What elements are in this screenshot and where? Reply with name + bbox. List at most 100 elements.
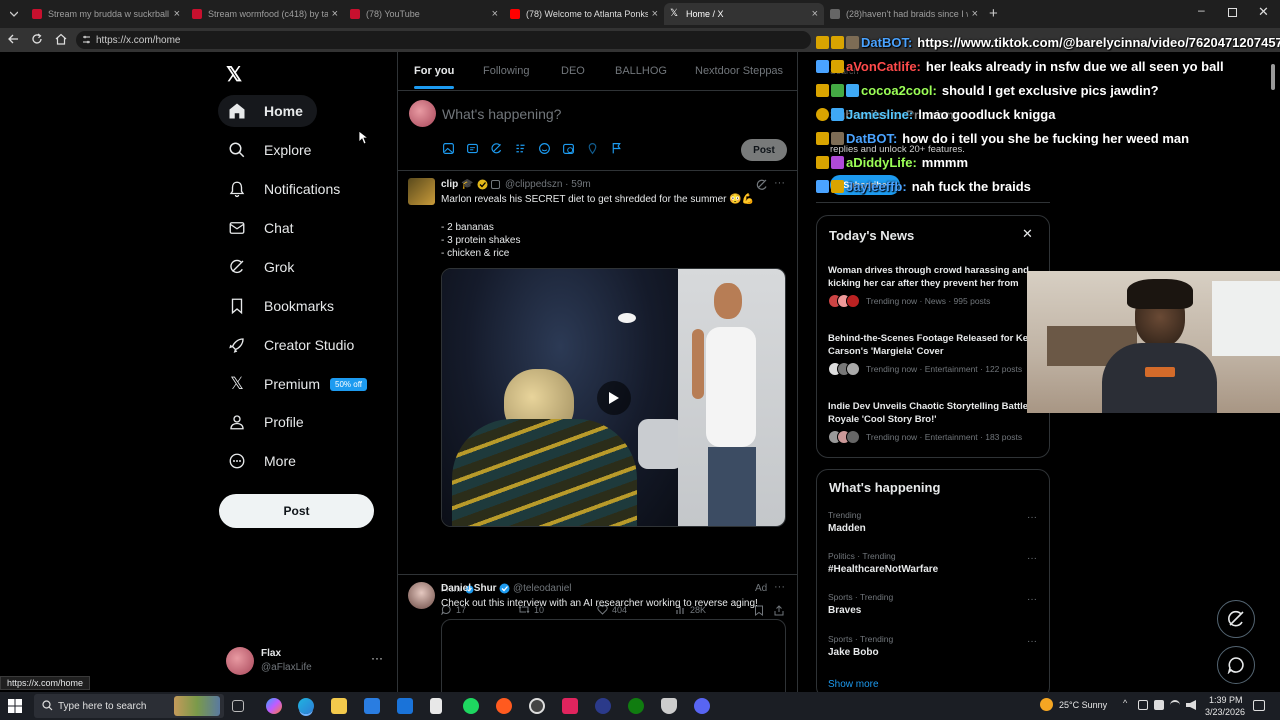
sidebar-item-home[interactable]: Home xyxy=(218,95,317,127)
browser-tab[interactable]: Stream my brudda w suckrball (p… × xyxy=(26,3,186,25)
more-icon[interactable]: ··· xyxy=(774,581,785,593)
browser-tab[interactable]: (28)haven't had braids since I was… × xyxy=(824,3,984,25)
weather-widget[interactable]: 25°C Sunny xyxy=(1040,698,1107,711)
shield-icon[interactable] xyxy=(661,698,677,714)
trend-item[interactable]: Sports · Trending Jake Bobo ··· xyxy=(817,634,1049,672)
emoji-icon[interactable] xyxy=(538,142,551,155)
tab-nextdoor-steppas[interactable]: Nextdoor Steppas xyxy=(695,65,783,77)
sidebar-item-explore[interactable]: Explore xyxy=(218,134,325,166)
trend-item[interactable]: Politics · Trending #HealthcareNotWarfar… xyxy=(817,551,1049,589)
new-tab-button[interactable]: + xyxy=(989,5,998,22)
tab-for-you[interactable]: For you xyxy=(414,65,454,77)
tab-list-button[interactable] xyxy=(6,6,22,22)
taskbar-search[interactable]: Type here to search xyxy=(34,694,224,718)
clock-date[interactable]: 3/23/2026 xyxy=(1205,707,1245,717)
sidebar-item-premium[interactable]: 𝕏 Premium 50% off xyxy=(218,368,381,400)
play-button[interactable] xyxy=(597,381,631,415)
sidebar-post-button[interactable]: Post xyxy=(219,494,374,528)
poll-icon[interactable] xyxy=(514,142,527,155)
sidebar-item-bookmarks[interactable]: Bookmarks xyxy=(218,290,348,322)
tray-icons[interactable] xyxy=(1138,700,1198,712)
trend-item[interactable]: Sports · Trending Braves ··· xyxy=(817,592,1049,630)
news-item[interactable]: Behind-the-Scenes Footage Released for K… xyxy=(817,332,1049,392)
close-icon[interactable]: × xyxy=(812,8,818,20)
account-switcher[interactable]: Flax @aFlaxLife ··· xyxy=(226,646,386,678)
notification-icon[interactable] xyxy=(1253,700,1265,711)
back-button[interactable] xyxy=(7,33,19,45)
xbox-icon[interactable] xyxy=(628,698,644,714)
x-logo-icon[interactable]: 𝕏 xyxy=(226,62,242,87)
close-icon[interactable]: × xyxy=(972,8,978,20)
browser-tab[interactable]: (78) Welcome to Atlanta Ponks | T… × xyxy=(504,3,664,25)
gem-icon xyxy=(846,83,859,97)
maximize-button[interactable] xyxy=(1228,8,1237,17)
notepad-icon[interactable] xyxy=(430,698,442,714)
person-arms xyxy=(692,329,704,399)
clock-time[interactable]: 1:39 PM xyxy=(1209,695,1243,705)
obs-icon[interactable] xyxy=(529,698,545,714)
tweet-video[interactable] xyxy=(441,268,786,527)
microsoft-store-icon[interactable] xyxy=(364,698,380,714)
file-explorer-icon[interactable] xyxy=(331,698,347,714)
sidebar-item-notifications[interactable]: Notifications xyxy=(218,173,354,205)
start-button[interactable] xyxy=(8,699,22,713)
spotify-icon[interactable] xyxy=(463,698,479,714)
close-icon[interactable]: × xyxy=(492,8,498,20)
compose-input[interactable]: What's happening? xyxy=(442,106,561,122)
browser-tab[interactable]: Stream wormfood (c418) by tazpa… × xyxy=(186,3,344,25)
reload-button[interactable] xyxy=(31,33,43,45)
gif-icon[interactable] xyxy=(466,142,479,155)
tweet[interactable]: clip 🎓 @clippedszn · 59m ··· Marlon reve… xyxy=(398,171,797,616)
more-icon[interactable]: ··· xyxy=(1027,512,1037,523)
home-button[interactable] xyxy=(55,33,67,45)
discord-icon[interactable] xyxy=(694,698,710,714)
more-icon[interactable]: ··· xyxy=(1027,553,1037,564)
browser-tab[interactable]: (78) YouTube × xyxy=(344,3,504,25)
sidebar-item-profile[interactable]: Profile xyxy=(218,406,318,438)
flag-icon[interactable] xyxy=(610,142,623,155)
app-icon[interactable] xyxy=(595,698,611,714)
app-icon[interactable] xyxy=(562,698,578,714)
tray-chevron-icon[interactable]: ^ xyxy=(1123,698,1127,708)
schedule-icon[interactable] xyxy=(562,142,575,155)
sidebar-item-creator-studio[interactable]: Creator Studio xyxy=(218,329,368,361)
trend-item[interactable]: Trending Madden ··· xyxy=(817,510,1049,548)
task-view-icon[interactable] xyxy=(232,700,244,712)
grok-icon[interactable] xyxy=(756,179,767,190)
tab-following[interactable]: Following xyxy=(483,65,529,77)
news-item[interactable]: Indie Dev Unveils Chaotic Storytelling B… xyxy=(817,400,1049,460)
tweet-ad[interactable]: Daniel Shur @teleodaniel Ad ··· Check ou… xyxy=(398,575,797,692)
tweet-author-name[interactable]: Daniel Shur xyxy=(441,583,497,594)
close-icon[interactable]: × xyxy=(652,8,658,20)
sidebar-item-label: Home xyxy=(264,103,303,119)
more-icon[interactable]: ··· xyxy=(1027,594,1037,605)
address-bar[interactable]: https://x.com/home xyxy=(76,31,811,49)
sidebar-item-chat[interactable]: Chat xyxy=(218,212,308,244)
image-icon[interactable] xyxy=(442,142,455,155)
tab-deo[interactable]: DEO xyxy=(561,65,585,77)
tweet-author-name[interactable]: clip 🎓 xyxy=(441,179,473,190)
compose-post-button[interactable]: Post xyxy=(741,139,787,161)
sidebar-item-grok[interactable]: Grok xyxy=(218,251,308,283)
close-window-button[interactable]: ✕ xyxy=(1258,4,1269,20)
ad-media[interactable] xyxy=(441,619,786,692)
news-item[interactable]: Woman drives through crowd harassing and… xyxy=(817,264,1049,324)
close-icon[interactable]: × xyxy=(332,8,338,20)
show-more-link[interactable]: Show more xyxy=(828,679,879,690)
close-icon[interactable]: × xyxy=(174,8,180,20)
tab-ballhog[interactable]: BALLHOG xyxy=(615,65,667,77)
copilot-icon[interactable] xyxy=(266,698,282,714)
sidebar-item-more[interactable]: More xyxy=(218,445,310,477)
more-icon[interactable]: ··· xyxy=(774,177,785,189)
messages-fab-button[interactable] xyxy=(1217,646,1255,684)
close-icon[interactable]: ✕ xyxy=(1022,226,1033,242)
edge-browser-icon[interactable] xyxy=(298,698,314,714)
minimize-button[interactable]: – xyxy=(1198,3,1205,17)
browser-tab-active[interactable]: 𝕏 Home / X × xyxy=(664,3,824,25)
location-icon[interactable] xyxy=(586,142,599,155)
more-icon[interactable]: ··· xyxy=(1027,636,1037,647)
grok-fab-button[interactable] xyxy=(1217,600,1255,638)
mail-icon[interactable] xyxy=(397,698,413,714)
app-icon[interactable] xyxy=(496,698,512,714)
grok-icon[interactable] xyxy=(490,142,503,155)
